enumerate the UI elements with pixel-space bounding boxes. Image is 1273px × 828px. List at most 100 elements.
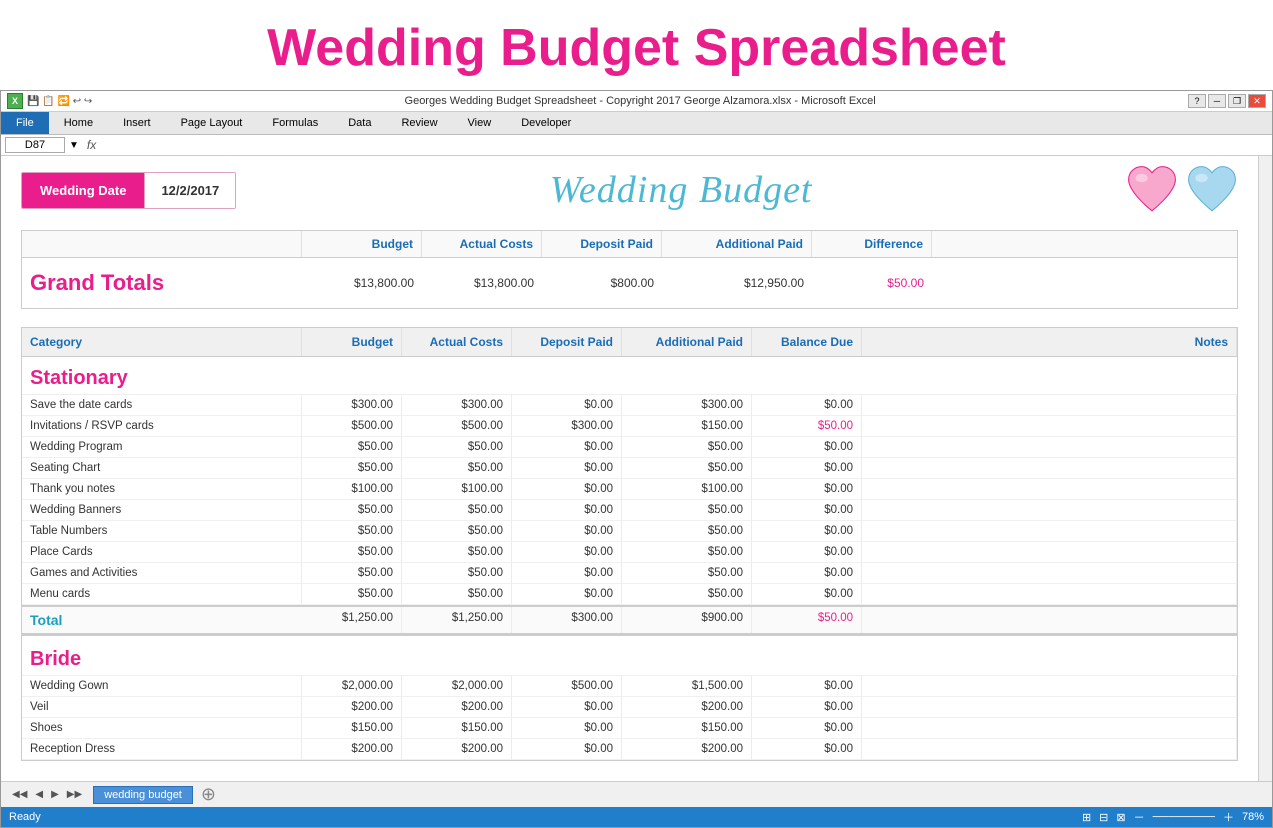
nav-next[interactable]: ▶ [48, 788, 62, 801]
quick-access-icons: 💾 📋 🔁 ↩ ↪ [27, 96, 92, 107]
wedding-date-label: Wedding Date [22, 173, 144, 208]
gt-header-budget: Budget [302, 231, 422, 257]
sheet-tab-wedding-budget[interactable]: wedding budget [93, 786, 193, 804]
cell-reference[interactable] [5, 137, 65, 153]
row-budget: $100.00 [302, 479, 402, 499]
th-notes: Notes [862, 328, 1237, 356]
tab-developer[interactable]: Developer [506, 112, 586, 134]
tab-home[interactable]: Home [49, 112, 108, 134]
row-notes [862, 584, 1237, 604]
table-row: Wedding Banners $50.00 $50.00 $0.00 $50.… [22, 500, 1237, 521]
th-actual: Actual Costs [402, 328, 512, 356]
stationary-total-label: Total [22, 607, 302, 633]
row-category: Table Numbers [22, 521, 302, 541]
row-deposit: $0.00 [512, 521, 622, 541]
row-balance: $0.00 [752, 584, 862, 604]
tab-review[interactable]: Review [386, 112, 452, 134]
table-row: Wedding Gown $2,000.00 $2,000.00 $500.00… [22, 676, 1237, 697]
row-deposit: $0.00 [512, 542, 622, 562]
excel-icon: X [7, 93, 23, 109]
row-budget: $500.00 [302, 416, 402, 436]
row-notes [862, 739, 1237, 759]
row-category: Wedding Banners [22, 500, 302, 520]
grand-totals-header-row: Budget Actual Costs Deposit Paid Additio… [22, 231, 1237, 258]
table-row: Table Numbers $50.00 $50.00 $0.00 $50.00… [22, 521, 1237, 542]
tab-page-layout[interactable]: Page Layout [166, 112, 258, 134]
close-button[interactable]: ✕ [1248, 94, 1266, 108]
row-additional: $50.00 [622, 584, 752, 604]
cell-ref-dropdown[interactable]: ▼ [69, 140, 79, 151]
table-row: Seating Chart $50.00 $50.00 $0.00 $50.00… [22, 458, 1237, 479]
nav-last[interactable]: ▶▶ [64, 788, 85, 801]
row-category: Wedding Gown [22, 676, 302, 696]
th-deposit: Deposit Paid [512, 328, 622, 356]
zoom-out-button[interactable]: － [1134, 809, 1145, 825]
main-table: Category Budget Actual Costs Deposit Pai… [21, 327, 1238, 761]
view-page-break-icon[interactable]: ⊠ [1116, 811, 1125, 824]
tab-insert[interactable]: Insert [108, 112, 166, 134]
row-balance: $0.00 [752, 697, 862, 717]
row-actual: $100.00 [402, 479, 512, 499]
ready-status: Ready [9, 811, 41, 823]
help-button[interactable]: ? [1188, 94, 1206, 108]
table-row: Menu cards $50.00 $50.00 $0.00 $50.00 $0… [22, 584, 1237, 605]
tab-file[interactable]: File [1, 112, 49, 134]
row-deposit: $0.00 [512, 697, 622, 717]
page-title: Wedding Budget Spreadsheet [0, 0, 1273, 90]
row-actual: $150.00 [402, 718, 512, 738]
row-notes [862, 416, 1237, 436]
row-notes [862, 563, 1237, 583]
heart-icon-2 [1186, 166, 1238, 214]
row-additional: $200.00 [622, 697, 752, 717]
nav-prev[interactable]: ◀ [32, 788, 46, 801]
row-notes [862, 697, 1237, 717]
nav-first[interactable]: ◀◀ [9, 788, 30, 801]
zoom-in-button[interactable]: ＋ [1223, 809, 1234, 825]
row-actual: $50.00 [402, 563, 512, 583]
window-controls[interactable]: ? ─ ❐ ✕ [1188, 94, 1266, 108]
tab-data[interactable]: Data [333, 112, 386, 134]
table-row: Invitations / RSVP cards $500.00 $500.00… [22, 416, 1237, 437]
row-additional: $50.00 [622, 437, 752, 457]
view-normal-icon[interactable]: ⊞ [1082, 811, 1091, 824]
gt-header-empty [22, 231, 302, 257]
gt-actual: $13,800.00 [422, 270, 542, 296]
table-row: Games and Activities $50.00 $50.00 $0.00… [22, 563, 1237, 584]
zoom-slider[interactable]: ──────── [1153, 811, 1215, 823]
row-additional: $1,500.00 [622, 676, 752, 696]
row-actual: $200.00 [402, 697, 512, 717]
row-category: Veil [22, 697, 302, 717]
add-sheet-button[interactable]: ⊕ [201, 784, 216, 805]
gt-header-additional: Additional Paid [662, 231, 812, 257]
row-category: Reception Dress [22, 739, 302, 759]
row-additional: $50.00 [622, 521, 752, 541]
grand-totals-section: Budget Actual Costs Deposit Paid Additio… [21, 230, 1238, 309]
row-balance: $0.00 [752, 458, 862, 478]
minimize-button[interactable]: ─ [1208, 94, 1226, 108]
gt-deposit: $800.00 [542, 270, 662, 296]
status-bar: Ready ⊞ ⊟ ⊠ － ──────── ＋ 78% [1, 807, 1272, 827]
vertical-scrollbar[interactable] [1258, 156, 1272, 781]
tab-formulas[interactable]: Formulas [257, 112, 333, 134]
row-actual: $50.00 [402, 584, 512, 604]
sheet-nav-arrows[interactable]: ◀◀ ◀ ▶ ▶▶ [9, 788, 85, 801]
row-balance: $0.00 [752, 500, 862, 520]
formula-input[interactable] [104, 139, 1268, 151]
th-balance: Balance Due [752, 328, 862, 356]
row-additional: $50.00 [622, 500, 752, 520]
title-bar-icons: X 💾 📋 🔁 ↩ ↪ [7, 93, 92, 109]
heart-icon-1 [1126, 166, 1178, 214]
row-notes [862, 458, 1237, 478]
tab-view[interactable]: View [453, 112, 507, 134]
th-additional: Additional Paid [622, 328, 752, 356]
view-layout-icon[interactable]: ⊟ [1099, 811, 1108, 824]
row-deposit: $0.00 [512, 479, 622, 499]
row-notes [862, 676, 1237, 696]
stationary-total-notes [862, 607, 1237, 633]
gt-header-difference: Difference [812, 231, 932, 257]
budget-title: Wedding Budget [256, 168, 1106, 212]
wedding-date-value: 12/2/2017 [144, 173, 235, 208]
excel-window: X 💾 📋 🔁 ↩ ↪ Georges Wedding Budget Sprea… [0, 90, 1273, 828]
stationary-total-budget: $1,250.00 [302, 607, 402, 633]
restore-button[interactable]: ❐ [1228, 94, 1246, 108]
